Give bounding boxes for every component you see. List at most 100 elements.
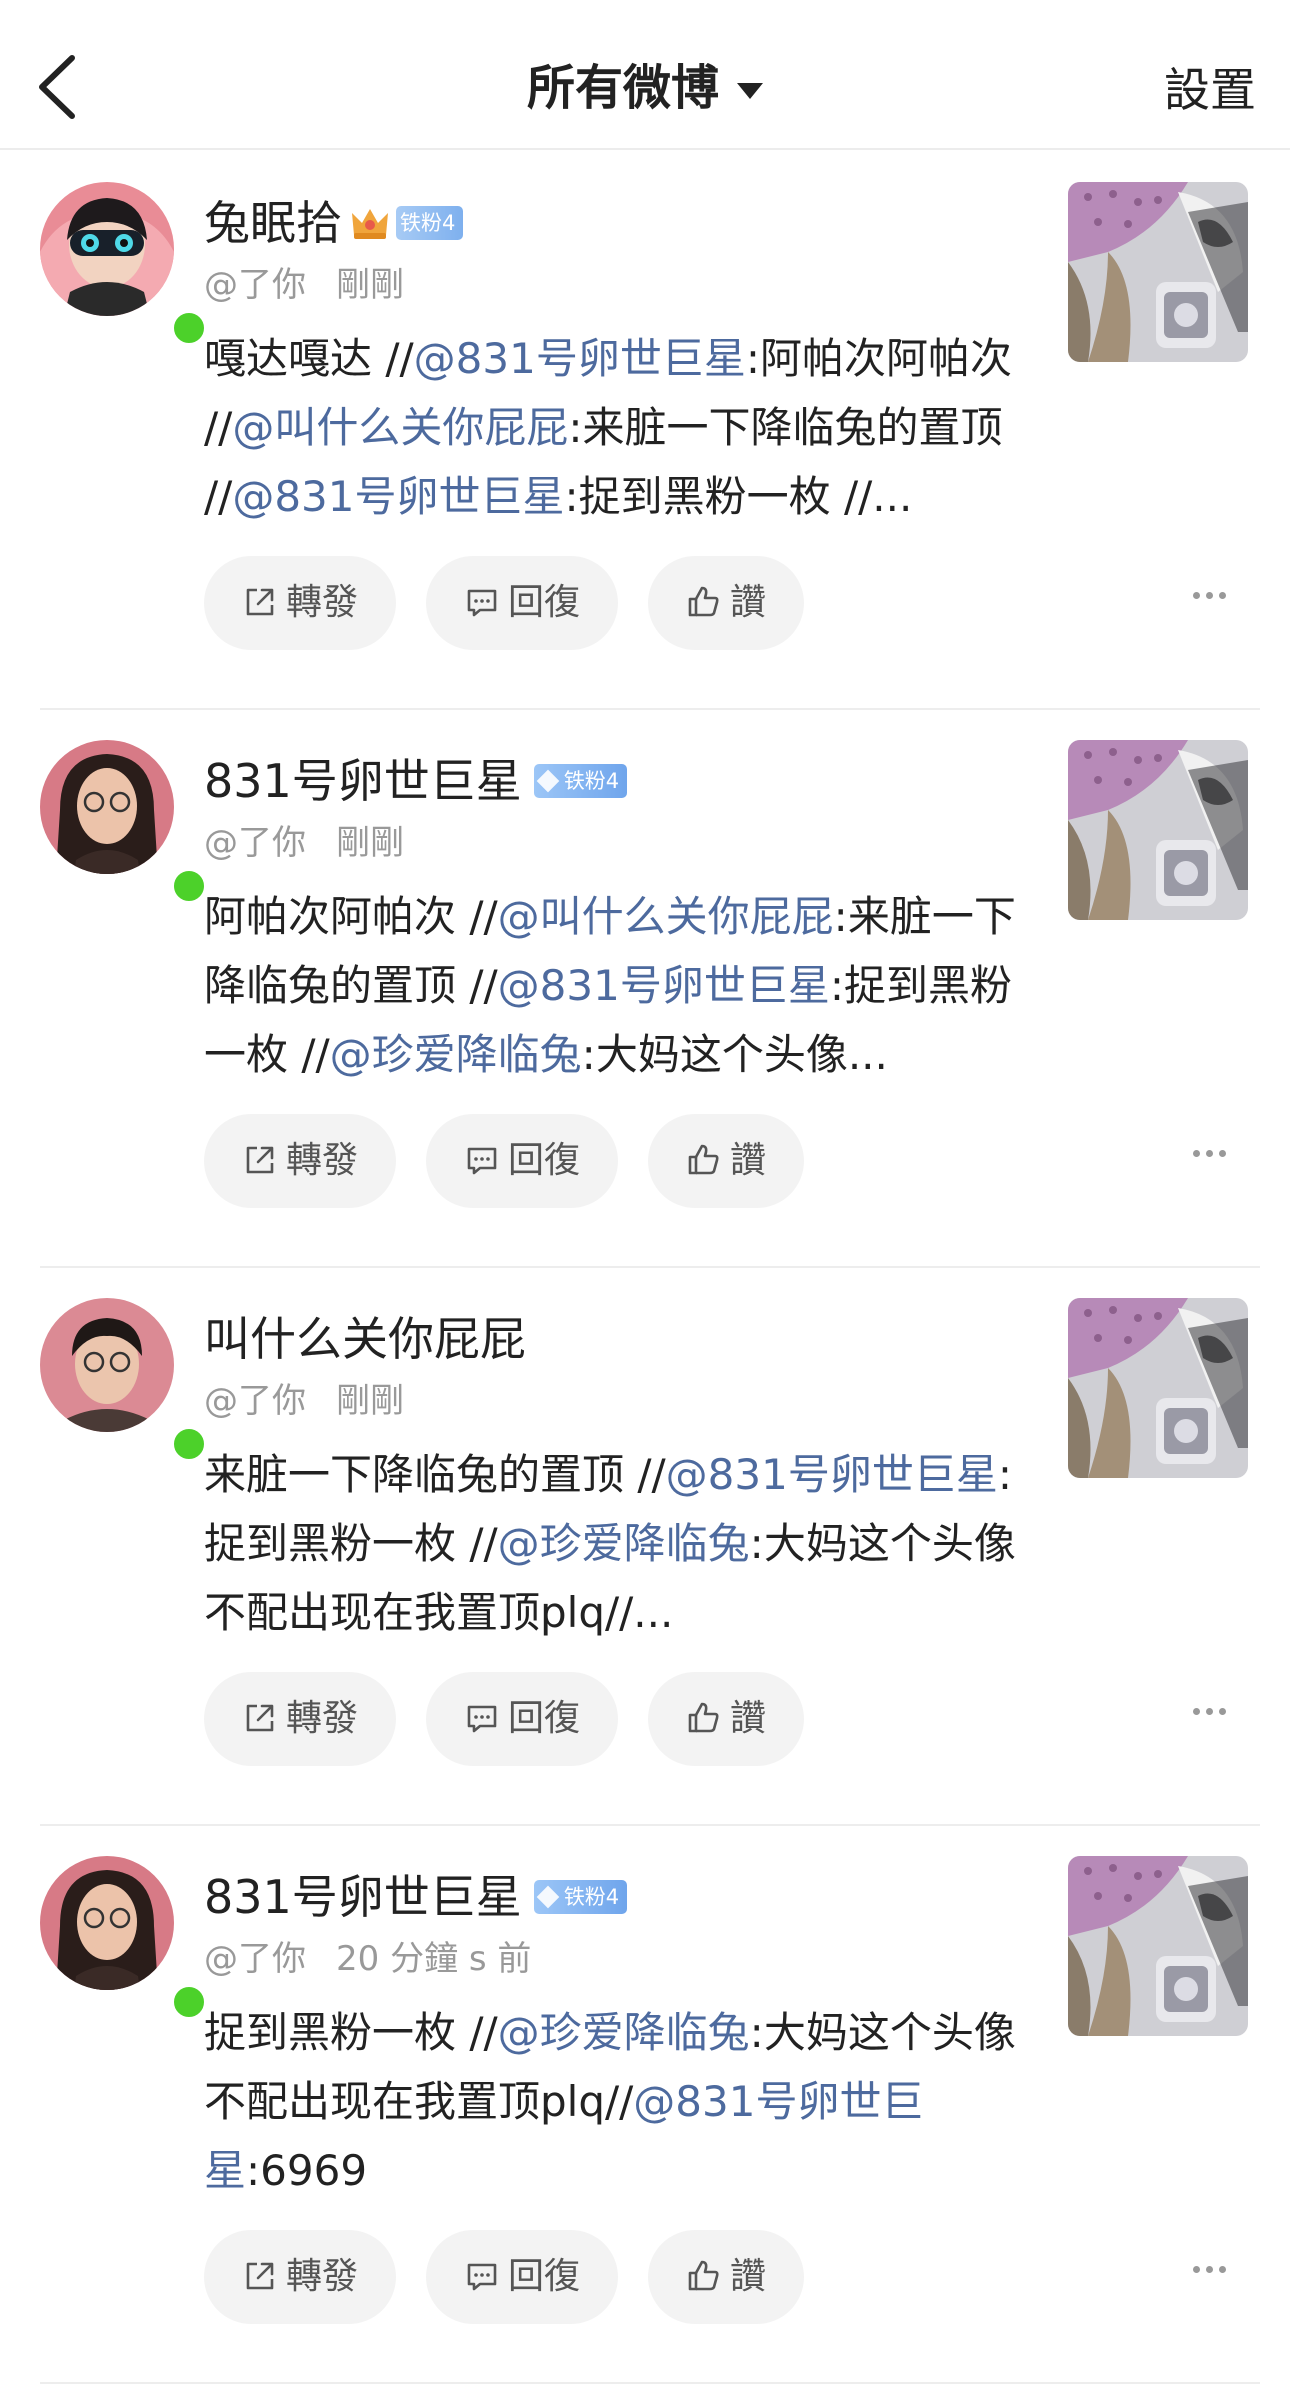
repost-button[interactable]: 轉發 [204,2230,396,2324]
repost-button[interactable]: 轉發 [204,556,396,650]
post-content[interactable]: 来脏一下降临兔的置顶 //@831号卵世巨星:捉到黑粉一枚 //@珍爱降临兔:大… [204,1440,1024,1647]
repost-label: 轉發 [285,1140,358,1181]
mention-notice: @了你 [204,823,306,863]
original-post-thumbnail[interactable] [1068,1856,1248,2036]
original-post-thumbnail[interactable] [1068,182,1248,362]
repost-label: 轉發 [285,582,358,623]
like-label: 讚 [729,582,766,623]
dropdown-caret-icon [737,83,763,99]
post-meta: @了你 剛剛 [204,1378,404,1424]
user-avatar[interactable] [40,740,210,907]
mention-link[interactable]: @831号卵世巨星 [232,472,564,521]
fan-level-badge[interactable]: 铁粉4 [533,1879,628,1914]
thumbs-up-icon [688,1144,719,1175]
post-content[interactable]: 嘎达嘎达 //@831号卵世巨星:阿帕次阿帕次 //@叫什么关你屁屁:来脏一下降… [204,324,1024,531]
fan-level-badge[interactable]: 铁粉4 [533,763,628,798]
post-text-segment: :6969 [246,2146,368,2195]
more-options-icon[interactable] [1190,1142,1230,1172]
thumbs-up-icon [688,586,719,617]
reply-label: 回復 [507,1698,580,1739]
post-divider [40,2382,1260,2384]
mention-notice: @了你 [204,1381,306,1421]
post-meta: @了你 20 分鐘 s 前 [204,1936,531,1982]
username[interactable]: 兔眠拾 [204,196,342,250]
mention-notice: @了你 [204,1939,306,1979]
settings-button[interactable]: 設置 [1164,60,1256,120]
fan-badge-label: 铁粉4 [563,768,620,793]
username[interactable]: 831号卵世巨星 [204,1870,522,1924]
mention-link[interactable]: @珍爱降临兔 [330,1030,582,1079]
reply-label: 回復 [507,1140,580,1181]
user-avatar[interactable] [40,182,210,349]
mention-link[interactable]: @珍爱降临兔 [498,1519,750,1568]
post-text-segment: 捉到黑粉一枚 // [204,2008,498,2057]
like-label: 讚 [729,1140,766,1181]
mention-link[interactable]: @叫什么关你屁屁 [498,892,834,941]
diamond-icon [536,1885,560,1908]
more-options-icon[interactable] [1190,2258,1230,2288]
like-button[interactable]: 讚 [648,1672,804,1766]
share-icon [246,2262,274,2290]
share-icon [246,1704,274,1732]
thumbs-up-icon [688,1702,719,1733]
repost-label: 轉發 [285,1698,358,1739]
page-title: 所有微博 [526,60,719,116]
post-text-segment: 嘎达嘎达 // [204,334,414,383]
reply-button[interactable]: 回復 [426,1672,618,1766]
comment-icon [467,2263,497,2291]
user-avatar[interactable] [40,1856,210,2023]
mention-link[interactable]: @珍爱降临兔 [498,2008,750,2057]
fan-level-badge[interactable]: 铁粉4 [396,205,464,240]
post-timestamp: 剛剛 [336,1381,404,1421]
reply-button[interactable]: 回復 [426,2230,618,2324]
post-meta: @了你 剛剛 [204,262,404,308]
repost-button[interactable]: 轉發 [204,1672,396,1766]
mention-link[interactable]: @831号卵世巨星 [414,334,746,383]
diamond-icon [536,769,560,792]
post-card[interactable]: 831号卵世巨星 铁粉4 @了你 20 分鐘 s 前捉到黑粉一枚 //@珍爱降临兔:大… [0,1826,1290,2384]
mention-notice: @了你 [204,265,306,305]
post-content[interactable]: 捉到黑粉一枚 //@珍爱降临兔:大妈这个头像不配出现在我置顶plq//@831号… [204,1998,1024,2205]
repost-label: 轉發 [285,2256,358,2297]
original-post-thumbnail[interactable] [1068,740,1248,920]
crown-icon [352,208,388,239]
reply-label: 回復 [507,2256,580,2297]
mention-link[interactable]: @叫什么关你屁屁 [232,403,568,452]
comment-icon [467,1705,497,1733]
post-timestamp: 20 分鐘 s 前 [336,1939,532,1979]
username[interactable]: 831号卵世巨星 [204,754,522,808]
like-button[interactable]: 讚 [648,556,804,650]
user-avatar[interactable] [40,1298,210,1465]
more-options-icon[interactable] [1190,1700,1230,1730]
reply-label: 回復 [507,582,580,623]
share-icon [246,588,274,616]
post-card[interactable]: 兔眠拾 铁粉4 @了你 剛剛嘎达嘎达 //@831号卵世巨星:阿帕次阿帕次 //@叫什… [0,152,1290,710]
comment-icon [467,1147,497,1175]
fan-badge-label: 铁粉4 [563,1884,620,1909]
mention-link[interactable]: @831号卵世巨星 [666,1450,998,1499]
more-options-icon[interactable] [1190,584,1230,614]
post-meta: @了你 剛剛 [204,820,404,866]
post-content[interactable]: 阿帕次阿帕次 //@叫什么关你屁屁:来脏一下降临兔的置顶 //@831号卵世巨星… [204,882,1024,1089]
post-text-segment: 阿帕次阿帕次 // [204,892,498,941]
like-label: 讚 [729,1698,766,1739]
original-post-thumbnail[interactable] [1068,1298,1248,1478]
reply-button[interactable]: 回復 [426,556,618,650]
thumbs-up-icon [688,2260,719,2291]
like-button[interactable]: 讚 [648,1114,804,1208]
fan-badge-label: 铁粉4 [400,210,456,235]
like-button[interactable]: 讚 [648,2230,804,2324]
mention-link[interactable]: @831号卵世巨星 [498,961,830,1010]
top-nav-bar: 所有微博 設置 [0,0,1290,150]
repost-button[interactable]: 轉發 [204,1114,396,1208]
username[interactable]: 叫什么关你屁屁 [204,1312,526,1366]
post-card[interactable]: 叫什么关你屁屁 @了你 剛剛来脏一下降临兔的置顶 //@831号卵世巨星:捉到黑粉一… [0,1268,1290,1826]
post-timestamp: 剛剛 [336,265,404,305]
like-label: 讚 [729,2256,766,2297]
comment-icon [467,589,497,617]
post-card[interactable]: 831号卵世巨星 铁粉4 @了你 剛剛阿帕次阿帕次 //@叫什么关你屁屁:来脏一下降临… [0,710,1290,1268]
share-icon [246,1146,274,1174]
feed-filter-dropdown[interactable]: 所有微博 [0,58,1290,118]
post-timestamp: 剛剛 [336,823,404,863]
reply-button[interactable]: 回復 [426,1114,618,1208]
